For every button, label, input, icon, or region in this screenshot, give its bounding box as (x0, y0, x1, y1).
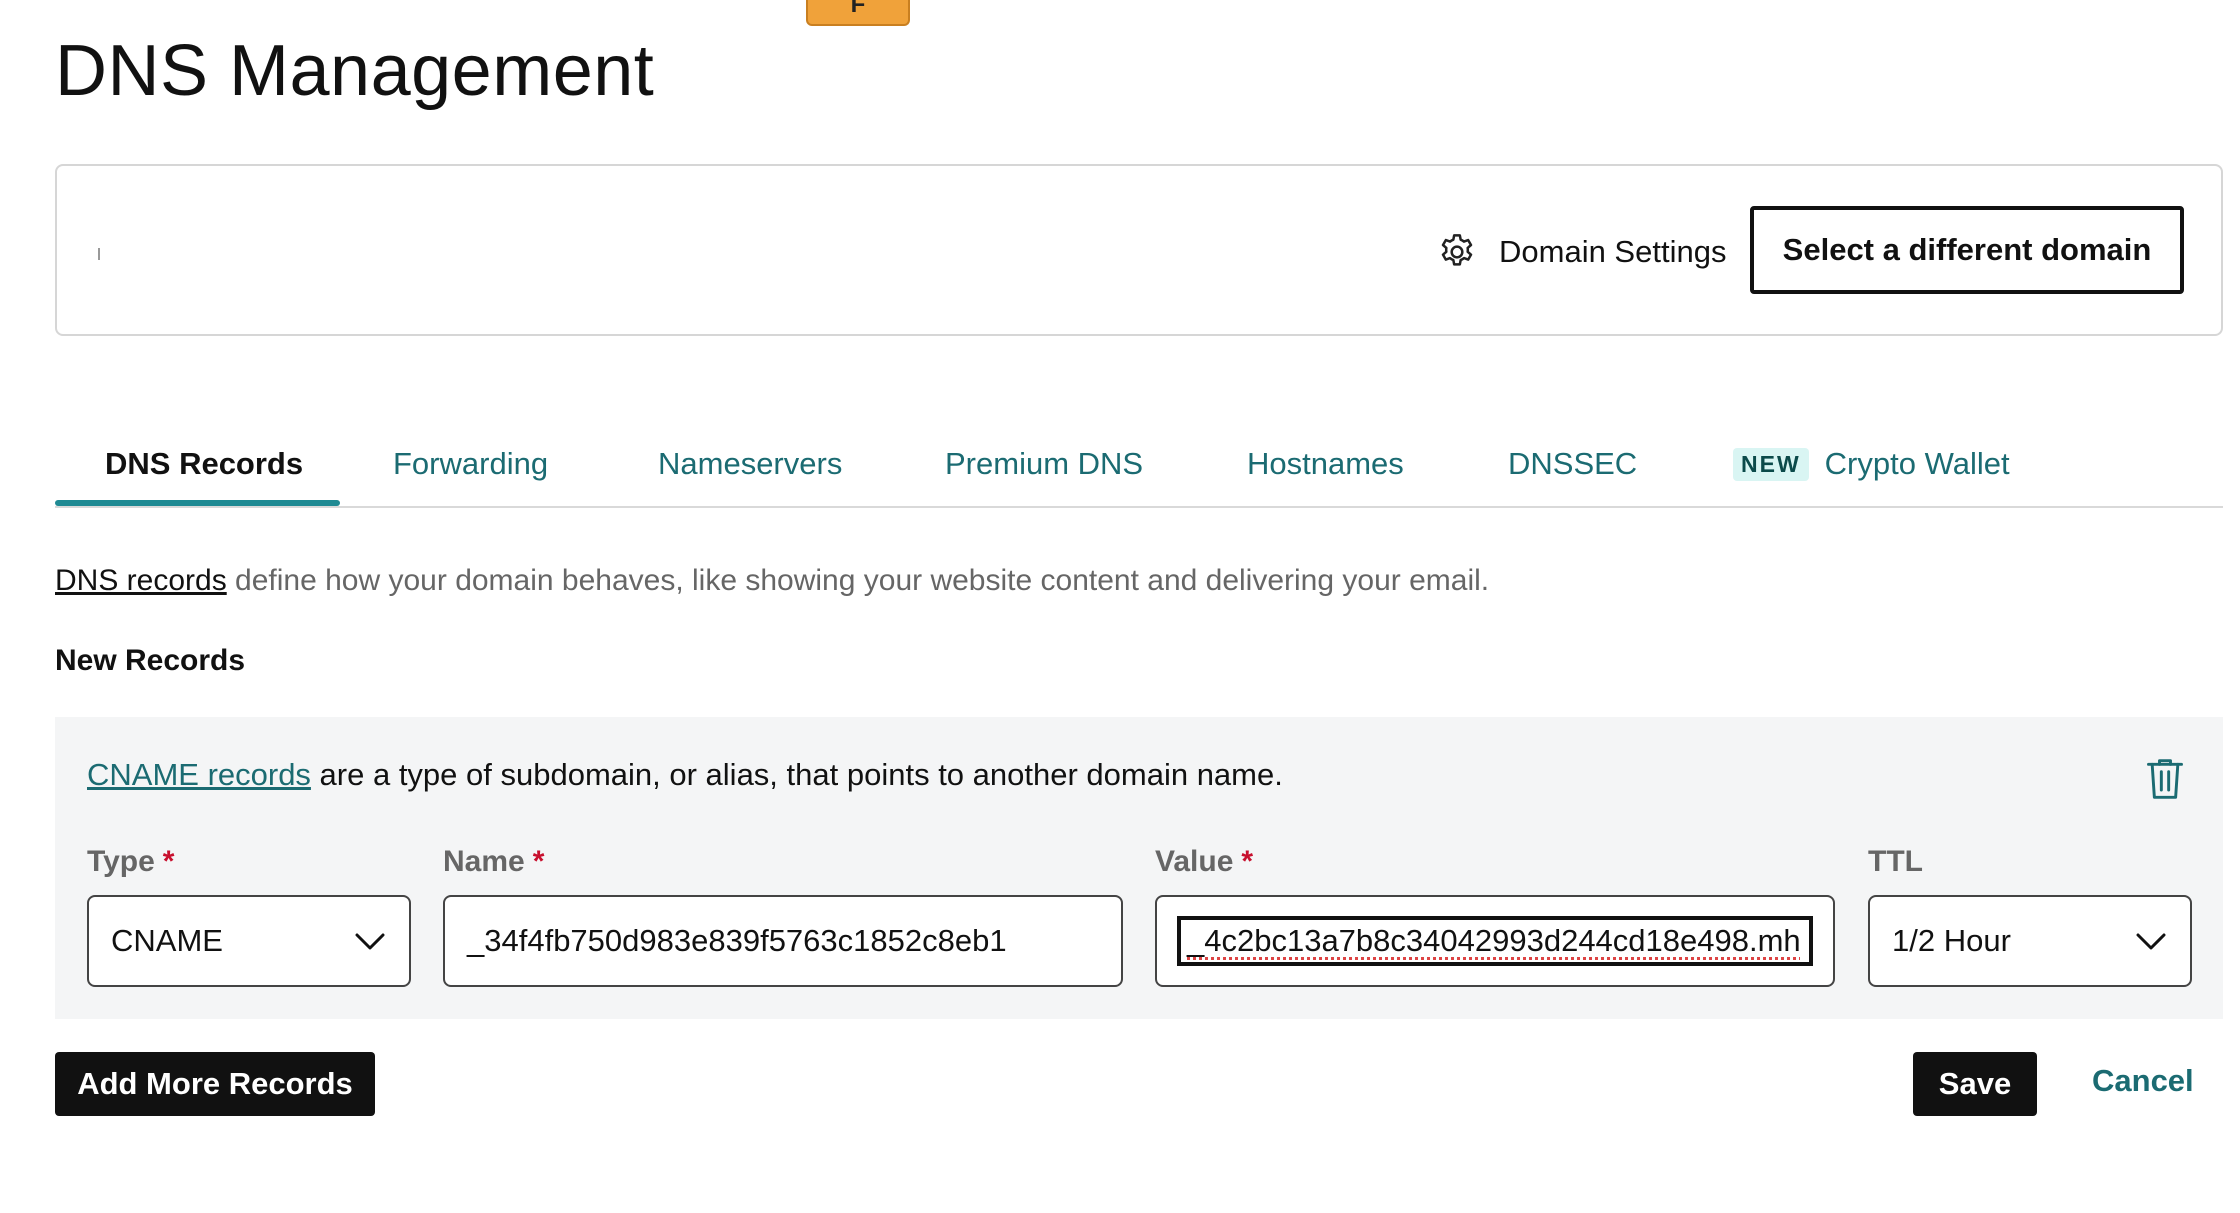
tab-dnssec[interactable]: DNSSEC (1508, 420, 1637, 508)
domain-card: Domain Settings Select a different domai… (55, 164, 2223, 336)
dns-records-intro: DNS records define how your domain behav… (55, 564, 1489, 598)
value-input-focused-text: _4c2bc13a7b8c34042993d244cd18e498.mh (1177, 916, 1813, 966)
trash-icon[interactable] (2143, 755, 2187, 803)
name-label: Name * (443, 845, 545, 878)
type-select-value: CNAME (111, 923, 223, 958)
domain-name-placeholder (98, 248, 100, 260)
dns-tabs: DNS Records Forwarding Nameservers Premi… (55, 420, 2223, 508)
domain-settings-link[interactable]: Domain Settings (1437, 224, 1726, 280)
tab-crypto-wallet[interactable]: NEW Crypto Wallet (1733, 420, 2010, 508)
new-records-heading: New Records (55, 644, 246, 677)
active-tab-indicator (55, 500, 340, 506)
ttl-select-value: 1/2 Hour (1892, 923, 2011, 958)
ttl-select[interactable]: 1/2 Hour (1868, 895, 2192, 987)
select-different-domain-button[interactable]: Select a different domain (1750, 206, 2184, 294)
cname-description: CNAME records are a type of subdomain, o… (87, 757, 1283, 793)
page-title: DNS Management (55, 31, 655, 111)
tab-nameservers[interactable]: Nameservers (658, 420, 842, 508)
new-badge: NEW (1733, 447, 1809, 481)
ttl-label: TTL (1868, 845, 1923, 878)
save-button[interactable]: Save (1913, 1052, 2037, 1116)
tab-premium-dns[interactable]: Premium DNS (945, 420, 1143, 508)
chevron-down-icon (355, 923, 385, 959)
domain-settings-label: Domain Settings (1499, 234, 1727, 269)
type-label: Type * (87, 845, 175, 878)
tab-dns-records[interactable]: DNS Records (105, 420, 303, 508)
dns-records-intro-text: define how your domain behaves, like sho… (226, 564, 1490, 597)
cname-description-text: are a type of subdomain, or alias, that … (310, 757, 1283, 792)
gear-icon (1437, 232, 1477, 272)
cancel-link[interactable]: Cancel (2092, 1063, 2194, 1099)
tab-hostnames[interactable]: Hostnames (1247, 420, 1404, 508)
top-tab[interactable]: F (806, 0, 910, 26)
tab-crypto-wallet-label: Crypto Wallet (1824, 446, 2010, 481)
name-input-value: _34f4fb750d983e839f5763c1852c8eb1 (467, 923, 1007, 958)
type-select[interactable]: CNAME (87, 895, 411, 987)
chevron-down-icon (2136, 923, 2166, 959)
add-more-records-button[interactable]: Add More Records (55, 1052, 375, 1116)
value-input[interactable]: _4c2bc13a7b8c34042993d244cd18e498.mh (1155, 895, 1835, 987)
value-label: Value * (1155, 845, 1254, 878)
tab-forwarding[interactable]: Forwarding (393, 420, 548, 508)
new-record-panel: CNAME records are a type of subdomain, o… (55, 717, 2223, 1019)
cname-records-link[interactable]: CNAME records (87, 757, 311, 792)
name-input[interactable]: _34f4fb750d983e839f5763c1852c8eb1 (443, 895, 1123, 987)
dns-records-link[interactable]: DNS records (55, 564, 227, 597)
